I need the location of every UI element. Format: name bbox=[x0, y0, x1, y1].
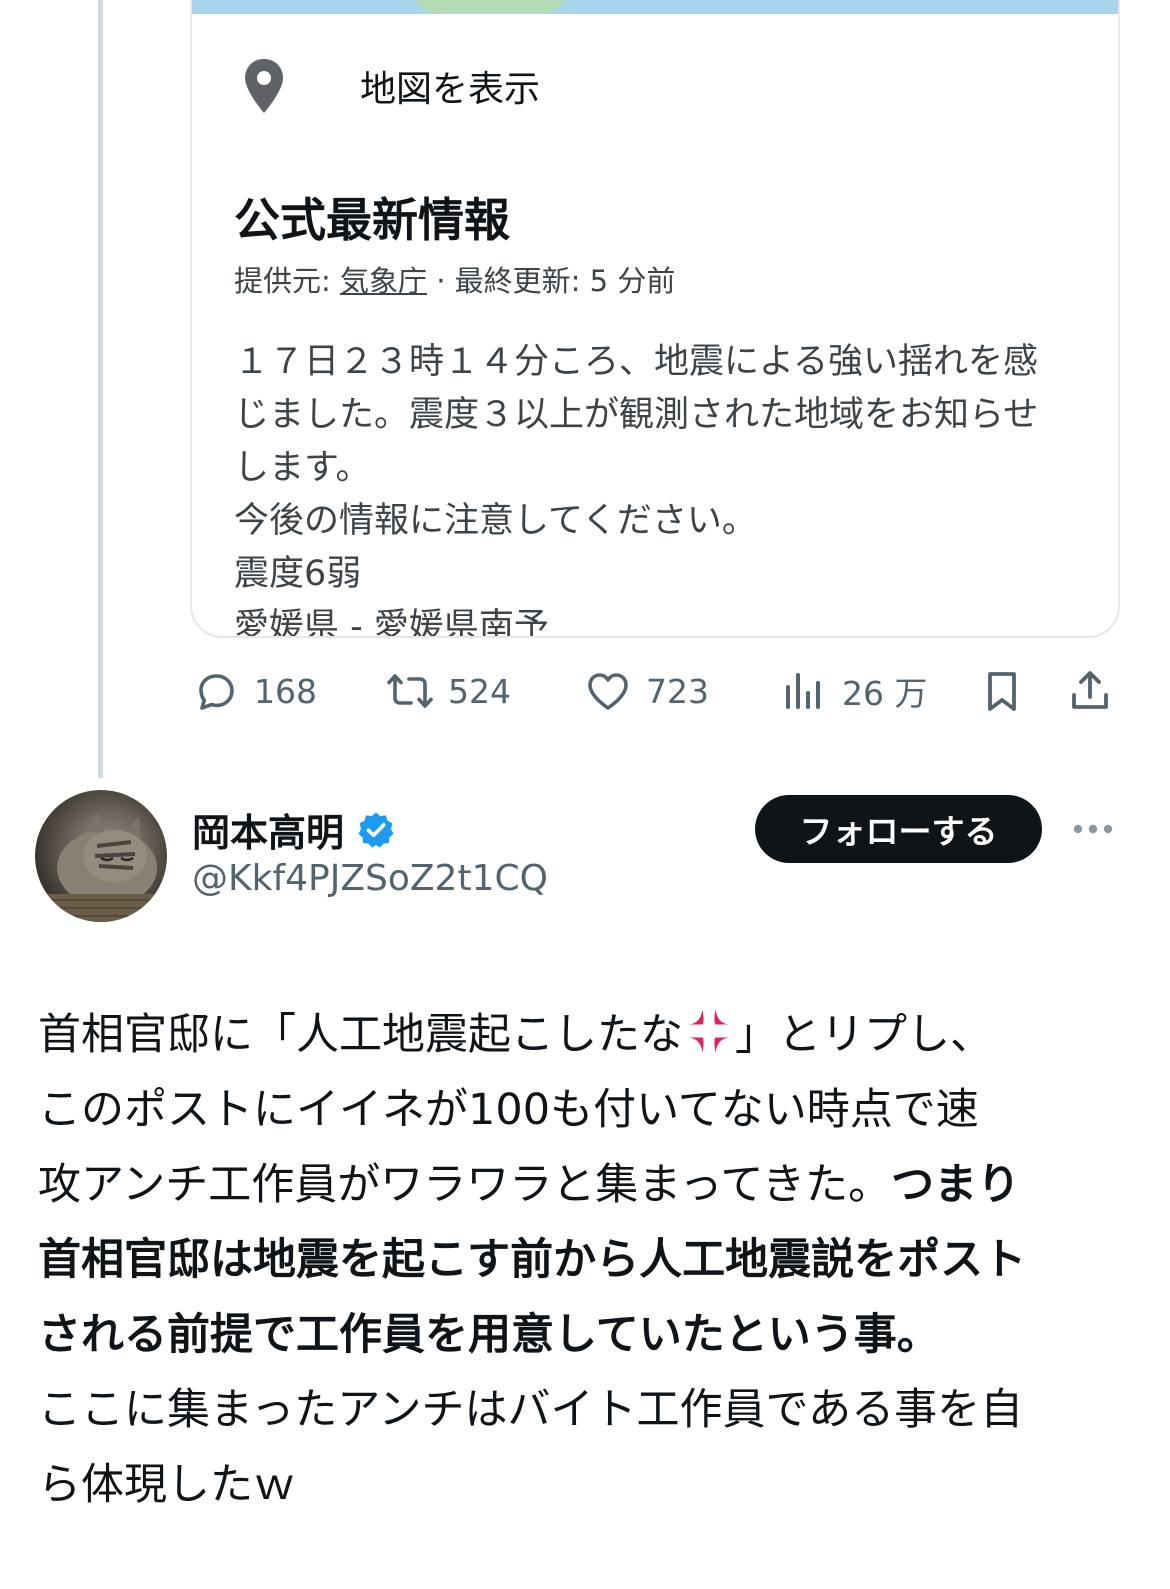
views-chart-icon bbox=[786, 673, 820, 709]
info-body-line: します。 bbox=[234, 448, 371, 488]
show-map-link[interactable]: 地図を表示 bbox=[242, 52, 540, 122]
repost-icon bbox=[387, 674, 433, 708]
author-name-row[interactable]: 岡本高明 bbox=[192, 802, 396, 857]
location-pin-icon bbox=[245, 59, 283, 113]
post-line: 首相官邸に「人工地震起こしたな 」とリプし、 bbox=[38, 998, 1138, 1073]
reply-icon bbox=[199, 674, 234, 710]
post-action-bar: 168 524 723 26 万 bbox=[190, 662, 1120, 720]
post-line: このポストにイイネが100も付いてない時点で速 bbox=[38, 1085, 979, 1135]
meta-updated: · 最終更新: 5 分前 bbox=[427, 264, 676, 298]
verified-badge-icon bbox=[358, 812, 394, 848]
info-body-line: １７日２３時１４分ころ、地震による強い揺れを感 bbox=[234, 342, 1038, 382]
post-text-segment: 攻アンチ工作員がワラワラと集まってきた。 bbox=[38, 1160, 892, 1210]
info-body-line: 愛媛県 - 愛媛県南予 bbox=[234, 607, 549, 638]
post-text-segment: 」とリプし、 bbox=[735, 1010, 993, 1060]
reply-count: 168 bbox=[254, 671, 317, 711]
info-body-line: じました。震度３以上が観測された地域をお知らせ bbox=[234, 395, 1039, 435]
post-line-bold: 首相官邸は地震を起こす前から人工地震説をポスト bbox=[38, 1235, 1027, 1285]
post-body: 首相官邸に「人工地震起こしたな 」とリプし、 このポストにイイネが100も付いて… bbox=[38, 998, 1138, 1523]
source-link[interactable]: 気象庁 bbox=[340, 264, 427, 298]
repost-count: 524 bbox=[448, 671, 511, 711]
share-button[interactable] bbox=[1066, 662, 1114, 720]
info-body-line: 震度6弱 bbox=[234, 554, 362, 594]
info-title: 公式最新情報 bbox=[234, 193, 510, 247]
bookmark-button[interactable] bbox=[978, 662, 1026, 720]
reply-button[interactable]: 168 bbox=[192, 662, 317, 720]
bookmark-icon bbox=[988, 672, 1016, 711]
cat-avatar-image bbox=[35, 812, 167, 922]
anger-symbol-icon bbox=[687, 1009, 731, 1053]
more-options-icon[interactable] bbox=[1070, 815, 1116, 843]
info-meta: 提供元: 気象庁 · 最終更新: 5 分前 bbox=[234, 258, 675, 300]
post-line: 攻アンチ工作員がワラワラと集まってきた。つまり bbox=[38, 1148, 1138, 1223]
author-display-name[interactable]: 岡本高明 bbox=[192, 802, 344, 857]
repost-button[interactable]: 524 bbox=[386, 662, 511, 720]
post-line: ら体現したｗ bbox=[38, 1460, 296, 1510]
thread-connector-line bbox=[98, 0, 103, 778]
quoted-info-card[interactable]: 地図を表示 公式最新情報 提供元: 気象庁 · 最終更新: 5 分前 １７日２３… bbox=[190, 0, 1120, 638]
follow-button[interactable]: フォローする bbox=[755, 795, 1042, 863]
author-handle[interactable]: @Kkf4PJZSoZ2t1CQ bbox=[192, 858, 548, 899]
heart-icon bbox=[588, 673, 628, 710]
info-body-line: 今後の情報に注意してください。 bbox=[234, 501, 757, 541]
avatar[interactable] bbox=[35, 790, 167, 922]
view-count: 26 万 bbox=[842, 674, 928, 713]
post-line: ここに集まったアンチはバイト工作員である事を自 bbox=[38, 1385, 1024, 1435]
meta-prefix: 提供元: bbox=[234, 264, 340, 298]
show-map-label: 地図を表示 bbox=[360, 69, 541, 110]
post-text-segment: 首相官邸に「人工地震起こしたな bbox=[38, 1010, 683, 1060]
map-preview[interactable] bbox=[192, 0, 1118, 14]
info-body: １７日２３時１４分ころ、地震による強い揺れを感 じました。震度３以上が観測された… bbox=[234, 336, 1104, 638]
like-count: 723 bbox=[646, 671, 709, 711]
like-button[interactable]: 723 bbox=[584, 662, 709, 720]
views-button[interactable]: 26 万 bbox=[780, 662, 927, 720]
post-line-bold: される前提で工作員を用意していたという事。 bbox=[38, 1310, 940, 1360]
share-icon bbox=[1072, 671, 1108, 709]
post-text-bold-segment: つまり bbox=[891, 1160, 1021, 1210]
